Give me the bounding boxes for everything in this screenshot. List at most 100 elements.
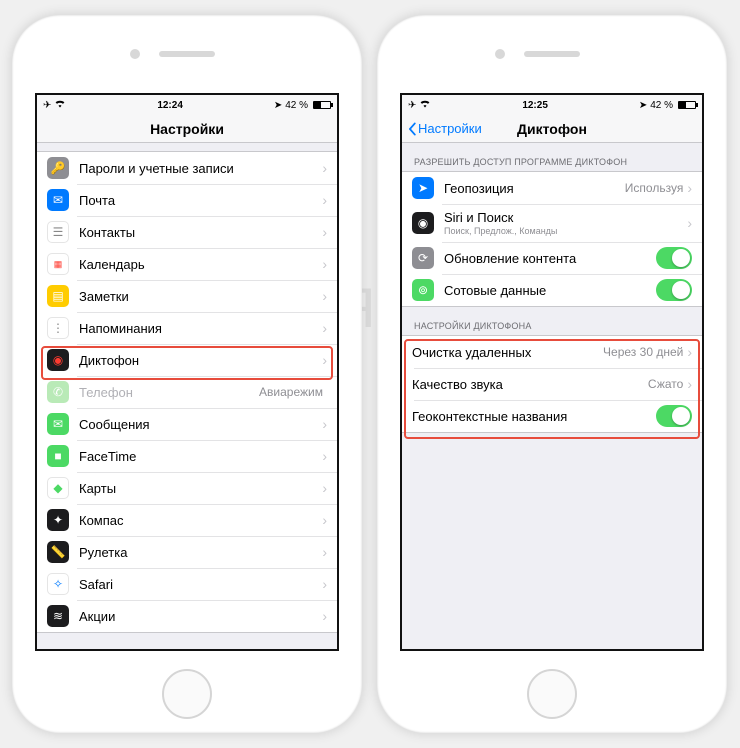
row-label: Компас [79,513,322,528]
airplane-icon: ✈︎ [43,100,51,111]
safari-icon: ✧ [47,573,69,595]
row-label: Сообщения [79,417,322,432]
row-passwords[interactable]: 🔑 Пароли и учетные записи› [37,152,337,184]
toggle-location-names[interactable] [656,405,692,427]
battery-percent: 42 % [285,100,308,111]
speaker-slot [159,51,215,57]
row-background-refresh[interactable]: ⟳ Обновление контента [402,242,702,274]
row-notes[interactable]: ▤ Заметки› [37,280,337,312]
row-label: Заметки [79,289,322,304]
status-bar: ✈︎ 12:25 ➤ 42 % [402,95,702,115]
row-detail: Через 30 дней [603,345,683,359]
row-detail: Сжато [648,377,683,391]
home-button[interactable] [527,669,577,719]
row-contacts[interactable]: ☰ Контакты› [37,216,337,248]
battery-percent: 42 % [650,100,673,111]
back-button[interactable]: Настройки [406,121,482,136]
chevron-right-icon: › [322,320,327,336]
airplane-icon: ✈︎ [408,100,416,111]
row-calendar[interactable]: ▦ Календарь› [37,248,337,280]
nav-bar: Настройки Диктофон [402,115,702,143]
row-maps[interactable]: ◆Карты› [37,472,337,504]
location-icon: ➤ [274,100,282,111]
chevron-right-icon: › [687,344,692,360]
row-label: Сотовые данные [444,283,656,298]
chevron-right-icon: › [322,256,327,272]
back-label: Настройки [418,121,482,136]
chevron-right-icon: › [687,215,692,231]
key-icon: 🔑 [47,157,69,179]
row-label: Телефон [79,385,259,400]
toggle-background-refresh[interactable] [656,247,692,269]
chevron-right-icon: › [322,480,327,496]
wifi-icon [419,99,431,111]
phone-right: ✈︎ 12:25 ➤ 42 % Настройки Диктофон [377,15,727,733]
row-label: Календарь [79,257,322,272]
chevron-right-icon: › [322,224,327,240]
battery-icon [678,101,696,109]
nav-bar: Настройки [37,115,337,143]
status-bar: ✈︎ 12:24 ➤ 42 % [37,95,337,115]
row-safari[interactable]: ✧Safari› [37,568,337,600]
row-label: Контакты [79,225,322,240]
chevron-right-icon: › [322,544,327,560]
page-title: Диктофон [517,121,587,137]
row-audio-quality[interactable]: Качество звукаСжато› [402,368,702,400]
chevron-right-icon: › [322,192,327,208]
row-label: Почта [79,193,322,208]
speaker-slot [524,51,580,57]
row-cellular-data[interactable]: ⊚Сотовые данные [402,274,702,306]
chevron-right-icon: › [322,576,327,592]
row-sublabel: Поиск, Предлож., Команды [444,226,687,236]
row-reminders[interactable]: ⋮ Напоминания› [37,312,337,344]
row-siri-search[interactable]: ◉Siri и ПоискПоиск, Предлож., Команды› [402,204,702,242]
chevron-right-icon: › [322,448,327,464]
row-stocks[interactable]: ≋ Акции› [37,600,337,632]
messages-icon: ✉︎ [47,413,69,435]
chevron-left-icon [406,122,418,136]
row-facetime[interactable]: ■FaceTime› [37,440,337,472]
compass-icon: ✦ [47,509,69,531]
row-compass[interactable]: ✦Компас› [37,504,337,536]
row-label: Диктофон [79,353,322,368]
status-time: 12:25 [522,100,548,111]
toggle-cellular-data[interactable] [656,279,692,301]
row-label: Обновление контента [444,251,656,266]
calendar-icon: ▦ [47,253,69,275]
row-label: Рулетка [79,545,322,560]
home-button[interactable] [162,669,212,719]
contacts-icon: ☰ [47,221,69,243]
section-header-recorder-settings: Настройки Диктофона [402,307,702,335]
row-label: Геопозиция [444,181,625,196]
chevron-right-icon: › [322,352,327,368]
chevron-right-icon: › [322,160,327,176]
stocks-icon: ≋ [47,605,69,627]
notes-icon: ▤ [47,285,69,307]
row-location[interactable]: ➤ГеопозицияИспользуя› [402,172,702,204]
row-clear-deleted[interactable]: Очистка удаленныхЧерез 30 дней › [402,336,702,368]
reminders-icon: ⋮ [47,317,69,339]
row-voice-memos[interactable]: ◉ Диктофон› [37,344,337,376]
wifi-icon [54,99,66,111]
screen-left: ✈︎ 12:24 ➤ 42 % Настройки 🔑 Пароли и учет… [35,93,339,651]
row-messages[interactable]: ✉︎ Сообщения› [37,408,337,440]
refresh-icon: ⟳ [412,247,434,269]
row-label: Геоконтекстные названия [412,409,656,424]
row-location-names[interactable]: Геоконтекстные названия [402,400,702,432]
camera-dot [495,49,505,59]
row-label: Акции [79,609,322,624]
siri-icon: ◉ [412,212,434,234]
chevron-right-icon: › [322,416,327,432]
chevron-right-icon: › [322,608,327,624]
row-label: FaceTime [79,449,322,464]
row-mail[interactable]: ✉︎ Почта› [37,184,337,216]
camera-dot [130,49,140,59]
row-label: Напоминания [79,321,322,336]
row-phone[interactable]: ✆ТелефонАвиарежим [37,376,337,408]
mail-icon: ✉︎ [47,189,69,211]
chevron-right-icon: › [322,288,327,304]
row-label: Очистка удаленных [412,345,603,360]
row-label: Пароли и учетные записи [79,161,322,176]
row-measure[interactable]: 📏Рулетка› [37,536,337,568]
voice-memos-icon: ◉ [47,349,69,371]
